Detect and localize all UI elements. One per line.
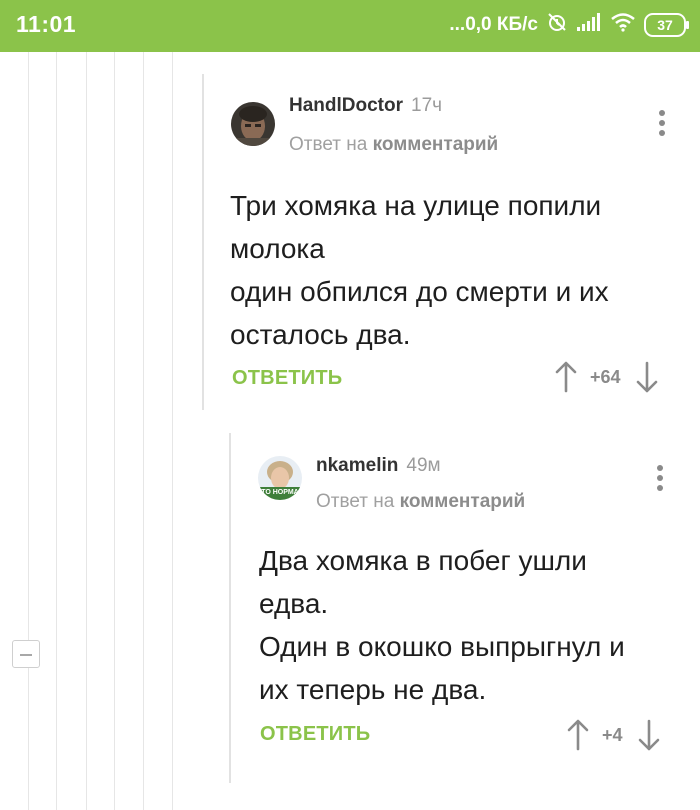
comment-time: 49м	[406, 455, 441, 476]
wifi-icon	[610, 12, 636, 38]
author-name[interactable]: nkamelin	[316, 455, 398, 476]
alarm-off-icon	[546, 11, 568, 39]
reply-to-prefix: Ответ на	[289, 134, 368, 155]
reply-button[interactable]: ОТВЕТИТЬ	[260, 723, 370, 746]
thread-line	[56, 52, 57, 810]
network-speed: ...0,0 КБ/с	[449, 14, 538, 35]
comment-author[interactable]: nkamelin 49м	[316, 455, 441, 477]
downvote-arrow-icon[interactable]	[635, 360, 659, 394]
avatar-caption: ТО НОРМА	[261, 489, 299, 496]
battery-icon: 37	[644, 13, 689, 37]
vote-score: +64	[590, 366, 621, 387]
comment-text-line: Три хомяка на улице попили	[230, 190, 602, 221]
status-time: 11:01	[16, 11, 77, 37]
vote-controls: +4	[566, 718, 661, 752]
reply-to-link[interactable]: комментарий	[373, 134, 499, 155]
thread-line	[172, 52, 173, 810]
reply-to-line: Ответ на комментарий	[316, 491, 525, 513]
battery-level: 37	[657, 17, 673, 33]
upvote-arrow-icon[interactable]	[566, 718, 590, 752]
thread-line	[114, 52, 115, 810]
comment: ТО НОРМА nkamelin 49м Ответ на комментари…	[229, 433, 700, 783]
collapse-thread-button[interactable]	[12, 640, 40, 668]
comment-thread-bar	[229, 433, 231, 783]
thread-line	[28, 52, 29, 810]
comment-thread-bar	[202, 74, 204, 410]
comment-text-line: один обпился до смерти и их	[230, 276, 609, 307]
comment-text-line: едва.	[259, 588, 329, 619]
comment-text-line: осталось два.	[230, 319, 411, 350]
reply-to-prefix: Ответ на	[316, 491, 395, 512]
comment-text: Три хомяка на улице попили молока один о…	[230, 184, 670, 356]
downvote-arrow-icon[interactable]	[637, 718, 661, 752]
thread-line	[86, 52, 87, 810]
avatar[interactable]: ТО НОРМА	[258, 456, 302, 500]
vote-controls: +64	[554, 360, 659, 394]
comment-text: Два хомяка в побег ушли едва. Один в око…	[259, 539, 679, 711]
signal-icon	[576, 12, 602, 38]
status-bar: 11:01 ...0,0 КБ/с 37	[0, 0, 700, 52]
comment-time: 17ч	[411, 95, 443, 116]
vote-score: +4	[602, 724, 623, 745]
comment-text-line: их теперь не два.	[259, 674, 487, 705]
author-name[interactable]: HandlDoctor	[289, 95, 403, 116]
comment-author[interactable]: HandlDoctor 17ч	[289, 95, 442, 117]
comment-text-line: Один в окошко выпрыгнул и	[259, 631, 625, 662]
comment-text-line: Два хомяка в побег ушли	[259, 545, 587, 576]
reply-button[interactable]: ОТВЕТИТЬ	[232, 367, 342, 390]
more-options-icon[interactable]	[657, 110, 667, 140]
comment-text-line: молока	[230, 233, 325, 264]
comment: HandlDoctor 17ч Ответ на комментарий Три …	[202, 74, 700, 410]
upvote-arrow-icon[interactable]	[554, 360, 578, 394]
thread-line	[143, 52, 144, 810]
more-options-icon[interactable]	[655, 465, 665, 495]
avatar[interactable]	[231, 102, 275, 146]
reply-to-link[interactable]: комментарий	[400, 491, 526, 512]
reply-to-line: Ответ на комментарий	[289, 134, 498, 156]
status-icons: ...0,0 КБ/с 37	[449, 10, 689, 40]
